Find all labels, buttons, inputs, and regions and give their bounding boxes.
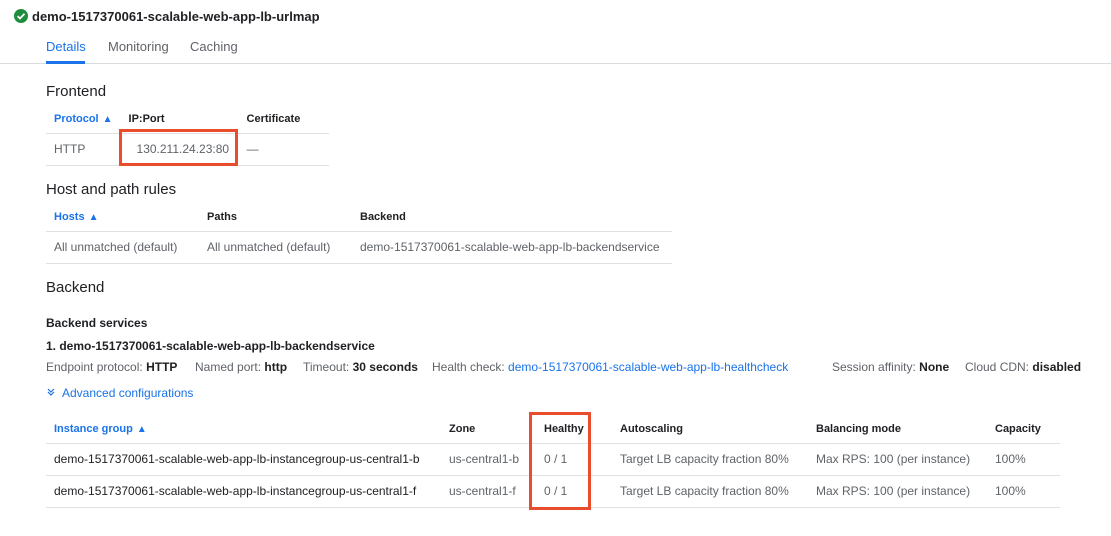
host-rules-table: Hosts ▲ Paths Backend All unmatched (defa… [46, 203, 672, 264]
backend-column-header: Backend [352, 203, 672, 232]
backend-services-heading: Backend services [46, 316, 148, 330]
active-tab-indicator [46, 61, 85, 64]
page-header: demo-1517370061-scalable-web-app-lb-urlm… [14, 7, 320, 25]
tab-monitoring[interactable]: Monitoring [108, 39, 169, 63]
tab-bar: Details Monitoring Caching [0, 34, 1111, 64]
health-check: Health check: demo-1517370061-scalable-w… [432, 360, 789, 374]
autoscaling-cell: Target LB capacity fraction 80% [612, 443, 808, 476]
balancing-mode-cell: Max RPS: 100 (per instance) [808, 443, 987, 476]
capacity-column-header: Capacity [987, 415, 1060, 444]
frontend-heading: Frontend [46, 83, 107, 100]
certificate-cell: — [238, 133, 329, 166]
zone-cell: us-central1-b [441, 443, 536, 476]
page-title: demo-1517370061-scalable-web-app-lb-urlm… [32, 8, 320, 24]
backend-cell: demo-1517370061-scalable-web-app-lb-back… [352, 231, 672, 264]
host-rules-heading: Host and path rules [46, 181, 177, 198]
protocol-cell: HTTP [46, 133, 121, 166]
capacity-cell: 100% [987, 443, 1060, 476]
paths-column-header: Paths [199, 203, 352, 232]
table-row: All unmatched (default) All unmatched (d… [46, 231, 672, 264]
capacity-cell: 100% [987, 475, 1060, 508]
autoscaling-cell: Target LB capacity fraction 80% [612, 475, 808, 508]
check-circle-icon [14, 9, 28, 23]
advanced-configurations-toggle[interactable]: Advanced configurations [46, 386, 193, 400]
paths-cell: All unmatched (default) [199, 231, 352, 264]
session-affinity: Session affinity: None [832, 360, 950, 374]
instance-group-column-header[interactable]: Instance group ▲ [46, 415, 441, 444]
health-check-link[interactable]: demo-1517370061-scalable-web-app-lb-heal… [508, 360, 788, 374]
protocol-column-header[interactable]: Protocol ▲ [46, 105, 121, 134]
highlight-box-ipport [119, 129, 238, 166]
double-chevron-down-icon [46, 387, 56, 400]
backend-service-name: 1. demo-1517370061-scalable-web-app-lb-b… [46, 339, 375, 353]
sort-ascending-icon: ▲ [136, 423, 147, 435]
highlight-box-healthy [529, 412, 591, 510]
sort-ascending-icon: ▲ [102, 113, 113, 125]
named-port: Named port: http [195, 360, 288, 374]
backend-heading: Backend [46, 279, 105, 296]
zone-cell: us-central1-f [441, 475, 536, 508]
endpoint-protocol: Endpoint protocol: HTTP [46, 360, 178, 374]
sort-ascending-icon: ▲ [88, 211, 99, 223]
zone-column-header: Zone [441, 415, 536, 444]
hosts-cell: All unmatched (default) [46, 231, 199, 264]
cloud-cdn: Cloud CDN: disabled [965, 360, 1082, 374]
tab-caching[interactable]: Caching [190, 39, 238, 63]
certificate-column-header: Certificate [238, 105, 329, 134]
autoscaling-column-header: Autoscaling [612, 415, 808, 444]
balancing-mode-column-header: Balancing mode [808, 415, 987, 444]
instance-group-cell: demo-1517370061-scalable-web-app-lb-inst… [46, 475, 441, 508]
balancing-mode-cell: Max RPS: 100 (per instance) [808, 475, 987, 508]
timeout: Timeout: 30 seconds [303, 360, 418, 374]
hosts-column-header[interactable]: Hosts ▲ [46, 203, 199, 232]
advanced-configurations-label: Advanced configurations [62, 386, 194, 400]
instance-group-cell: demo-1517370061-scalable-web-app-lb-inst… [46, 443, 441, 476]
tab-details[interactable]: Details [46, 39, 86, 63]
